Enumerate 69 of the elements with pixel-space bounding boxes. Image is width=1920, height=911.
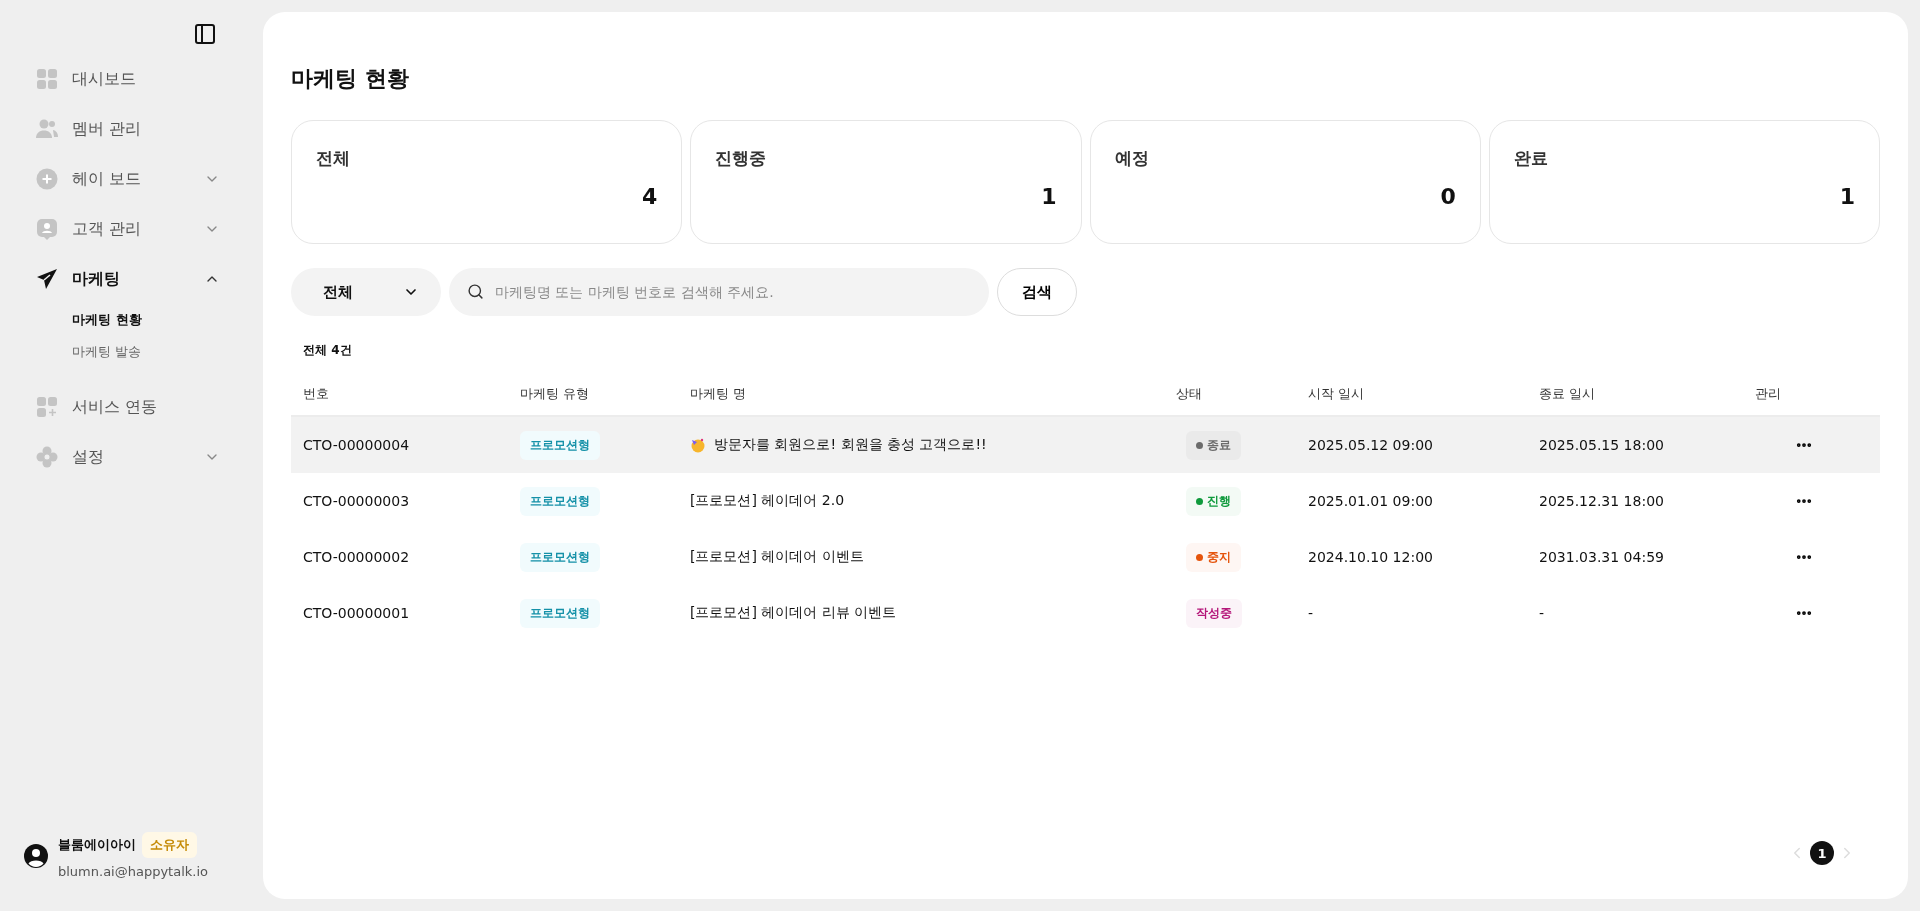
contact-card-icon <box>36 218 58 240</box>
people-icon <box>36 118 58 140</box>
column-header: 관리 <box>1755 385 1782 403</box>
column-header: 종료 일시 <box>1539 385 1597 403</box>
stat-label: 진행중 <box>715 147 768 170</box>
user-name: 블룸에이아이 <box>58 836 136 854</box>
search-button[interactable]: 검색 <box>997 268 1077 316</box>
sidebar-item[interactable]: 마케팅 <box>36 254 220 304</box>
table-cell-text: CTO-00000002 <box>303 549 411 565</box>
page-title: 마케팅 현황 <box>291 65 410 93</box>
marketing-name: [프로모션] 헤이데어 이벤트 <box>690 548 864 566</box>
table-cell-text: 2031.03.31 04:59 <box>1539 549 1665 565</box>
table-cell-text: CTO-00000004 <box>303 437 411 453</box>
search-field[interactable]: 마케팅명 또는 마케팅 번호로 검색해 주세요. <box>449 268 989 316</box>
sidebar-item[interactable]: 헤이 보드 <box>36 154 220 204</box>
sidebar-item[interactable]: 멤버 관리 <box>36 104 220 154</box>
user-email: blumn.ai@happytalk.io <box>58 864 209 879</box>
stat-label: 완료 <box>1513 147 1549 170</box>
search-icon <box>467 283 484 300</box>
type-tag: 프로모션형 <box>520 430 600 460</box>
sidebar-subitem[interactable]: 마케팅 현황 <box>36 304 263 336</box>
table-cell-text: 2025.05.15 18:00 <box>1539 437 1665 453</box>
table-cell-text: 2025.12.31 18:00 <box>1539 493 1665 509</box>
type-tag: 프로모션형 <box>520 542 600 572</box>
table-cell-text: 2025.05.12 09:00 <box>1308 437 1434 453</box>
apps-add-icon <box>36 396 58 418</box>
column-header: 시작 일시 <box>1308 385 1366 403</box>
role-badge: 소유자 <box>142 832 197 858</box>
sidebar-item[interactable]: 고객 관리 <box>36 204 220 254</box>
table-cell-text: CTO-00000003 <box>303 493 411 509</box>
paper-plane-icon <box>36 268 58 290</box>
party-face-icon <box>690 437 706 453</box>
column-header: 상태 <box>1176 385 1203 403</box>
total-count: 전체 4건 <box>303 342 353 359</box>
sidebar-item[interactable]: 설정 <box>36 432 220 482</box>
stat-label: 전체 <box>316 147 351 170</box>
plus-circle-icon <box>36 168 58 190</box>
column-header: 마케팅 명 <box>690 385 748 403</box>
marketing-name: [프로모션] 헤이데어 리뷰 이벤트 <box>690 604 897 622</box>
stat-value: 1 <box>1839 184 1855 209</box>
status-badge: 종료 <box>1186 430 1241 460</box>
marketing-name: 방문자를 회원으로! 회원을 충성 고객으로!! <box>714 436 987 454</box>
sidebar-item[interactable]: 서비스 연동 <box>36 382 220 432</box>
table-cell-text: CTO-00000001 <box>303 605 411 621</box>
status-badge: 중지 <box>1186 542 1241 572</box>
table-cell-text: 2024.10.10 12:00 <box>1308 549 1434 565</box>
sidebar-subitem[interactable]: 마케팅 발송 <box>36 336 263 368</box>
flower-gear-icon <box>36 446 58 468</box>
column-header: 번호 <box>303 385 330 403</box>
table-cell-text: - <box>1539 605 1546 621</box>
sidebar-toggle-icon[interactable] <box>193 22 217 46</box>
marketing-name: [프로모션] 헤이데어 2.0 <box>690 492 845 510</box>
table-cell-text: - <box>1308 605 1315 621</box>
type-tag: 프로모션형 <box>520 486 600 516</box>
stat-label: 예정 <box>1114 147 1150 170</box>
column-header: 마케팅 유형 <box>520 385 591 403</box>
status-badge: 작성중 <box>1186 598 1242 628</box>
table-cell-text: 2025.01.01 09:00 <box>1308 493 1434 509</box>
page-button[interactable]: 1 <box>1810 841 1834 865</box>
status-badge: 진행 <box>1186 486 1241 516</box>
stat-value: 4 <box>641 184 658 209</box>
sidebar-item[interactable]: 대시보드 <box>36 54 220 104</box>
grid-icon <box>36 68 58 90</box>
stat-value: 1 <box>1041 184 1057 209</box>
table-row[interactable]: CTO-00000004 프로모션형 방문자를 회원으로! 회원을 충성 고객으로!! 종료 2025.05.12 09:00 2025.05.15 18:00 <box>291 417 1880 473</box>
user-avatar-icon <box>24 843 48 868</box>
stat-value: 0 <box>1440 184 1456 209</box>
type-tag: 프로모션형 <box>520 598 600 628</box>
status-select[interactable]: 전체 <box>291 268 441 316</box>
